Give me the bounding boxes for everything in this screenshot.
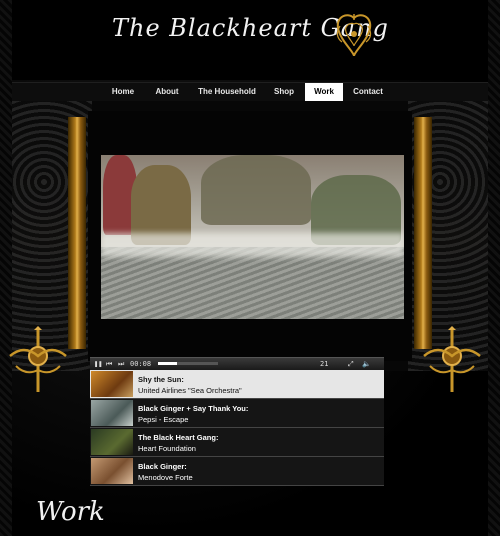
time-display: 00:08 [130,360,152,368]
main-nav: Home About The Household Shop Work Conta… [12,82,488,102]
gold-curtain-left [68,117,86,349]
left-gold-sconce-icon [9,326,67,392]
heart-emblem-icon[interactable] [330,12,378,60]
playlist-item-subtitle: Pepsi - Escape [138,415,189,424]
playlist-item-subtitle: Heart Foundation [138,444,196,453]
right-gold-sconce-icon [423,326,481,392]
playlist-item[interactable]: Black Ginger + Say Thank You: Pepsi - Es… [90,399,384,428]
page: The Blackheart Gang Home About The House… [0,0,500,536]
nav-item-contact[interactable]: Contact [350,83,386,101]
progress-fill [158,362,178,365]
right-border-pattern [488,0,500,536]
next-icon[interactable]: ⏭ [118,358,124,370]
video-frame[interactable] [101,155,404,319]
prev-icon[interactable]: ⏮ [106,358,112,370]
playlist-item-title: Black Ginger: [138,462,187,471]
playlist-thumbnail [91,429,133,455]
playlist-item-subtitle: United Airlines "Sea Orchestra" [138,386,242,395]
playlist-item[interactable]: Shy the Sun: United Airlines "Sea Orches… [90,370,384,399]
playlist-thumbnail [91,400,133,426]
volume-value: 21 [320,360,329,368]
progress-bar[interactable] [158,362,218,365]
nav-item-work[interactable]: Work [305,83,343,101]
nav-item-about[interactable]: About [152,83,182,101]
playlist-item-title: Black Ginger + Say Thank You: [138,404,249,413]
playlist-item-subtitle: Menodove Forte [138,473,193,482]
nav-item-shop[interactable]: Shop [270,83,298,101]
site-header: The Blackheart Gang [12,0,488,80]
volume-icon[interactable]: 🔈 [362,358,371,370]
playlist: Shy the Sun: United Airlines "Sea Orches… [90,370,384,486]
playlist-item-title: The Black Heart Gang: [138,433,219,442]
playlist-thumbnail [91,371,133,397]
section-heading: Work [36,497,105,527]
pause-icon[interactable]: ❚❚ [94,358,102,370]
video-scene-arch [201,155,311,225]
playlist-item-title: Shy the Sun: [138,375,184,384]
nav-item-household[interactable]: The Household [194,83,260,101]
gold-curtain-right [414,117,432,349]
video-scene-sea [101,247,404,319]
left-border-pattern [0,0,12,536]
nav-item-home[interactable]: Home [106,83,140,101]
playlist-thumbnail [91,458,133,484]
playlist-item[interactable]: The Black Heart Gang: Heart Foundation [90,428,384,457]
playlist-item[interactable]: Black Ginger: Menodove Forte [90,457,384,486]
fullscreen-icon[interactable]: ⤢ [348,358,354,370]
video-scene-mist [101,233,404,257]
video-controls: ❚❚ ⏮ ⏭ 00:08 21 ⤢ 🔈 [90,357,384,370]
